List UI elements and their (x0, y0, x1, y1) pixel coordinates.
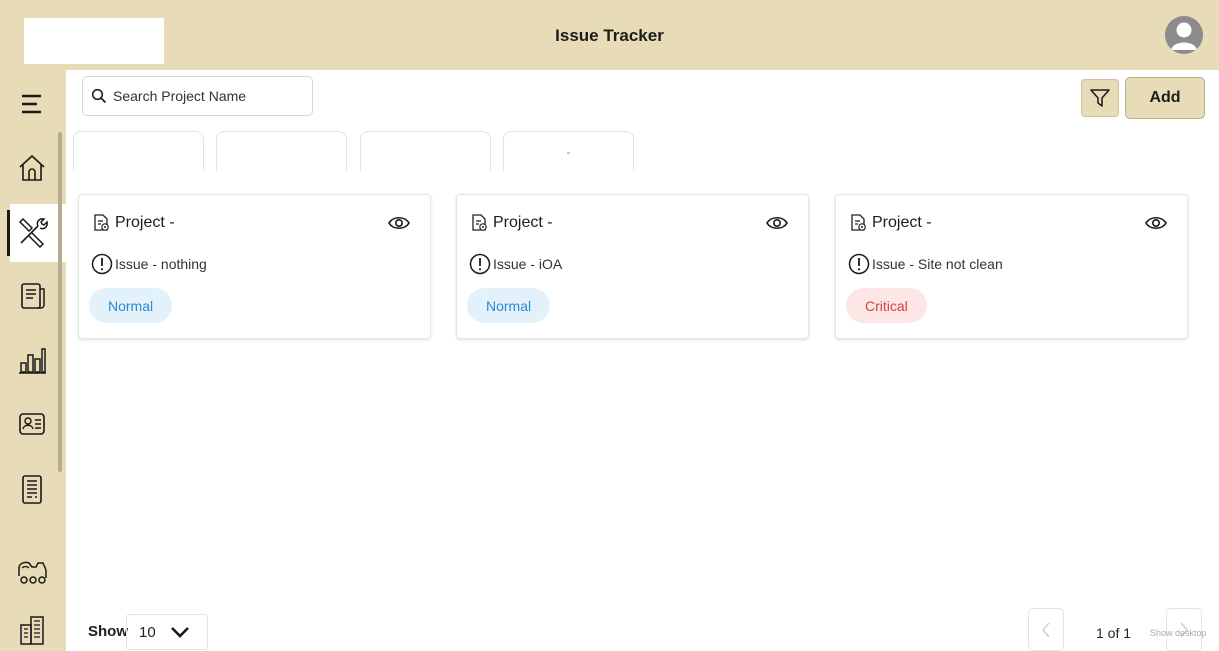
view-button[interactable] (1145, 215, 1167, 236)
issue-card[interactable]: Project - Issue - Site not clean Critica… (835, 194, 1188, 339)
sidebar-item-tools[interactable] (10, 210, 54, 254)
exclamation-circle-icon (91, 253, 113, 275)
card-issue-label: Issue - iOA (493, 256, 563, 272)
show-desktop-overlay[interactable]: Show desktop (1150, 628, 1207, 638)
card-project-label: Project - (872, 214, 932, 231)
page-title: Issue Tracker (555, 26, 664, 45)
contact-card-icon (19, 413, 45, 435)
project-document-icon (94, 214, 109, 231)
buildings-icon (20, 616, 44, 645)
search-icon (91, 88, 107, 104)
top-header: Issue Tracker (0, 0, 1219, 70)
tools-icon (18, 217, 48, 248)
filter-chip-3[interactable] (360, 131, 491, 171)
report-icon (22, 475, 42, 504)
page-size-select[interactable]: 10 (126, 614, 208, 650)
sidebar-menu-toggle[interactable] (10, 82, 54, 126)
project-document-icon (851, 214, 866, 231)
priority-badge: Critical (846, 288, 927, 323)
view-button[interactable] (766, 215, 788, 236)
sidebar-item-buildings[interactable] (10, 607, 54, 651)
sidebar-item-vehicles[interactable] (10, 550, 54, 594)
issue-card[interactable]: Project - Issue - iOA Normal (456, 194, 809, 339)
search-box[interactable] (82, 76, 313, 116)
priority-badge: Normal (467, 288, 551, 323)
card-project-label: Project - (115, 214, 175, 231)
home-icon (19, 154, 45, 181)
card-issue: Issue - nothing (91, 253, 207, 275)
filter-icon (1090, 89, 1110, 107)
sidebar-item-documents[interactable] (10, 274, 54, 318)
filter-chip-4[interactable]: - (503, 131, 634, 171)
exclamation-circle-icon (848, 253, 870, 275)
show-label: Show (88, 623, 128, 640)
sidebar-item-analytics[interactable] (10, 338, 54, 382)
sidebar-item-home[interactable] (10, 146, 54, 190)
card-issue-label: Issue - Site not clean (872, 256, 1003, 272)
chevron-down-icon (170, 627, 189, 638)
user-avatar-icon (1165, 16, 1203, 54)
vehicle-icon (18, 561, 47, 584)
sidebar-item-reports[interactable] (10, 468, 54, 512)
app-root: Issue Tracker Search Project Name Add - … (0, 0, 1219, 651)
view-button[interactable] (388, 215, 410, 236)
chevron-left-icon (1042, 622, 1050, 637)
avatar[interactable] (1165, 16, 1203, 54)
sidebar-item-contacts[interactable] (10, 402, 54, 446)
card-issue: Issue - Site not clean (848, 253, 1003, 275)
previous-page-button[interactable] (1028, 608, 1064, 651)
project-document-icon (472, 214, 487, 231)
add-button[interactable]: Add (1125, 77, 1205, 119)
document-icon (21, 283, 45, 309)
priority-badge: Normal (89, 288, 173, 323)
issue-card[interactable]: Project - Issue - nothing Normal (78, 194, 431, 339)
card-project-title: Project - (91, 213, 175, 233)
search-input[interactable] (113, 88, 303, 104)
card-issue: Issue - iOA (469, 253, 562, 275)
eye-icon (766, 216, 788, 230)
filter-chip-2[interactable] (216, 131, 347, 171)
eye-icon (1145, 216, 1167, 230)
sidebar-scrollbar[interactable] (58, 132, 62, 472)
pagination-info: 1 of 1 (1096, 625, 1132, 641)
bar-chart-icon (19, 348, 46, 374)
sidebar (0, 70, 66, 651)
menu-icon (22, 94, 41, 114)
card-project-title: Project - (848, 213, 932, 233)
card-project-label: Project - (493, 214, 553, 231)
exclamation-circle-icon (469, 253, 491, 275)
card-project-title: Project - (469, 213, 553, 233)
filter-button[interactable] (1081, 79, 1119, 117)
eye-icon (388, 216, 410, 230)
card-issue-label: Issue - nothing (115, 256, 207, 272)
filter-chip-1[interactable] (73, 131, 204, 171)
page-size-value: 10 (139, 623, 156, 641)
